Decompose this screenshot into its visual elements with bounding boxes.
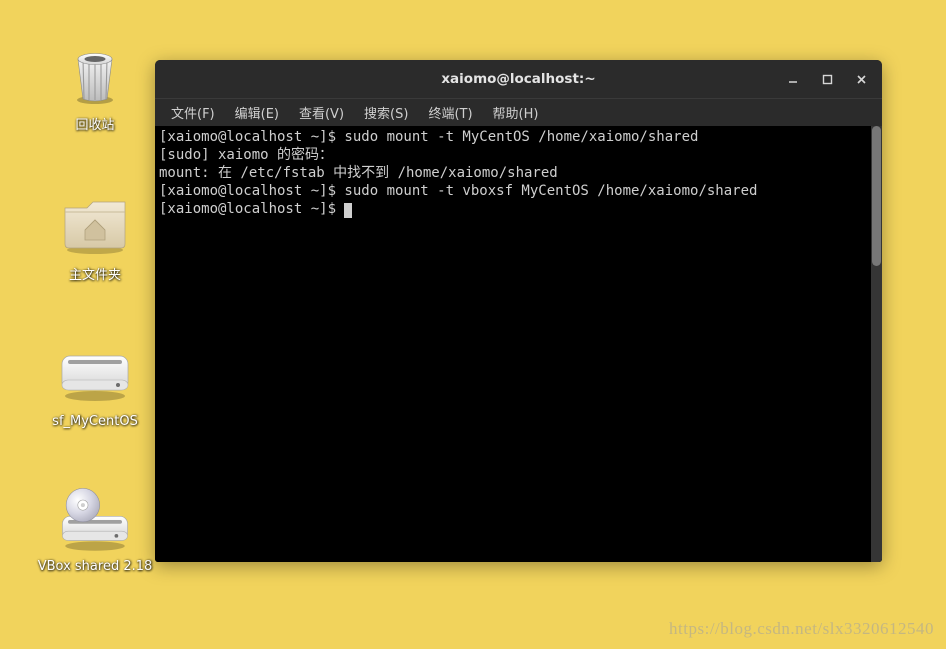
terminal-scrollbar[interactable]: [871, 126, 882, 562]
terminal-line: [xaiomo@localhost ~]$ sudo mount -t vbox…: [159, 183, 757, 199]
window-controls: [778, 60, 876, 98]
terminal-menubar: 文件(F) 编辑(E) 查看(V) 搜索(S) 终端(T) 帮助(H): [155, 98, 882, 126]
menu-file[interactable]: 文件(F): [161, 100, 225, 125]
terminal-line: mount: 在 /etc/fstab 中找不到 /home/xaiomo/sh…: [159, 165, 558, 181]
folder-icon: [55, 190, 135, 260]
close-button[interactable]: [846, 66, 876, 92]
desktop-icon-home-folder[interactable]: 主文件夹: [35, 190, 155, 283]
terminal-titlebar[interactable]: xaiomo@localhost:~: [155, 60, 882, 98]
optical-drive-icon: [55, 485, 135, 555]
scrollbar-thumb[interactable]: [872, 126, 881, 266]
terminal-prompt: [xaiomo@localhost ~]$: [159, 201, 344, 217]
drive-icon: [55, 340, 135, 410]
desktop-icon-trash[interactable]: 回收站: [35, 40, 155, 133]
watermark-text: https://blog.csdn.net/slx3320612540: [669, 619, 934, 639]
trash-icon: [55, 40, 135, 110]
desktop-icon-vbox-drive[interactable]: VBox shared 2.18: [35, 485, 155, 574]
menu-terminal[interactable]: 终端(T): [418, 100, 482, 125]
menu-view[interactable]: 查看(V): [289, 100, 354, 125]
minimize-button[interactable]: [778, 66, 808, 92]
terminal-cursor: [344, 203, 352, 218]
desktop-icon-label: VBox shared 2.18: [38, 559, 153, 574]
terminal-line: [sudo] xaiomo 的密码：: [159, 147, 333, 163]
terminal-window: xaiomo@localhost:~ 文件(F) 编辑(E) 查看(V) 搜索(…: [155, 60, 882, 562]
desktop-icon-label: 主文件夹: [69, 264, 121, 283]
terminal-line: [xaiomo@localhost ~]$ sudo mount -t MyCe…: [159, 129, 698, 145]
menu-search[interactable]: 搜索(S): [354, 100, 418, 125]
terminal-body[interactable]: [xaiomo@localhost ~]$ sudo mount -t MyCe…: [155, 126, 882, 562]
menu-edit[interactable]: 编辑(E): [225, 100, 289, 125]
menu-help[interactable]: 帮助(H): [483, 100, 549, 125]
desktop-icon-label: sf_MyCentOS: [52, 414, 138, 429]
desktop-icon-label: 回收站: [75, 114, 114, 133]
terminal-title: xaiomo@localhost:~: [155, 71, 882, 87]
desktop-icon-shared-drive[interactable]: sf_MyCentOS: [35, 340, 155, 429]
maximize-button[interactable]: [812, 66, 842, 92]
